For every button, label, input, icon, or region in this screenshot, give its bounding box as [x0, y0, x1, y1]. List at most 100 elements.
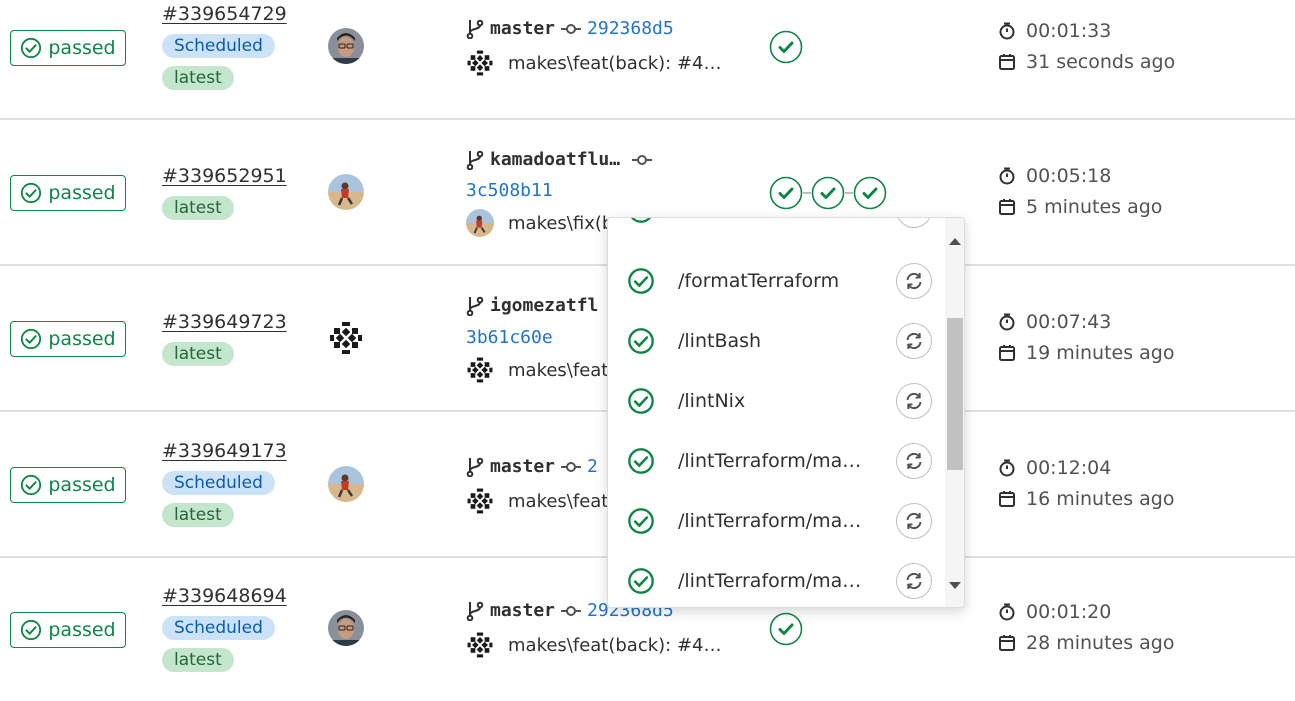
retry-icon	[904, 217, 924, 220]
status-badge[interactable]: passed	[10, 30, 126, 66]
branch-link[interactable]: master	[490, 600, 555, 621]
job-name[interactable]: /lintTerraform/ma…	[678, 510, 878, 532]
job-passed-icon	[627, 387, 655, 415]
branch-link[interactable]: master	[490, 456, 555, 477]
stage-passed-icon[interactable]	[769, 612, 803, 646]
duration: 00:01:33	[998, 20, 1111, 42]
status-badge[interactable]: passed	[10, 612, 126, 648]
commit-message-link[interactable]: makes\feat	[508, 491, 608, 512]
finished-value: 28 minutes ago	[1026, 632, 1175, 654]
scroll-down-arrow-icon[interactable]	[949, 582, 961, 589]
finished-at: 19 minutes ago	[998, 342, 1175, 364]
job-item[interactable]: /formatTerraform	[608, 251, 943, 311]
commit-author-avatar[interactable]	[466, 631, 494, 659]
commit-message-link[interactable]: makes\feat	[508, 360, 608, 381]
finished-at: 5 minutes ago	[998, 196, 1162, 218]
status-badge[interactable]: passed	[10, 321, 126, 357]
finished-at: 28 minutes ago	[998, 632, 1175, 654]
stage-passed-icon[interactable]	[769, 30, 803, 64]
check-circle-icon	[20, 37, 42, 59]
retry-button[interactable]	[896, 323, 932, 359]
commit-message-link[interactable]: makes\feat(back): #4…	[508, 635, 722, 656]
commit-icon	[561, 604, 581, 618]
stage-passed-icon[interactable]	[769, 176, 803, 210]
stage-passed-icon[interactable]	[853, 176, 887, 210]
pipeline-id-link[interactable]: #339648694	[162, 585, 287, 607]
status-label: passed	[48, 182, 116, 204]
ref-line: kamadoatflu…	[466, 149, 652, 170]
job-passed-icon	[627, 567, 655, 595]
avatar[interactable]	[328, 28, 364, 64]
duration-value: 00:01:20	[1026, 601, 1112, 623]
pipeline-id-link[interactable]: #339649723	[162, 311, 287, 333]
stopwatch-icon	[998, 603, 1016, 621]
pipeline-stages	[769, 176, 887, 210]
job-item[interactable]: /lintBash	[608, 311, 943, 371]
retry-button[interactable]	[896, 217, 932, 228]
commit-sha-link[interactable]: 292368d5	[587, 18, 674, 39]
scroll-up-arrow-icon[interactable]	[949, 238, 961, 245]
status-label: passed	[48, 619, 116, 641]
finished-value: 19 minutes ago	[1026, 342, 1175, 364]
branch-link[interactable]: igomezatfl	[490, 295, 598, 316]
commit-sha-link[interactable]: 3c508b11	[466, 180, 553, 201]
stage-jobs-dropdown: /formatTerraform /lintBash /lintNix /lin…	[607, 217, 965, 608]
retry-button[interactable]	[896, 503, 932, 539]
job-item[interactable]: /lintTerraform/ma…	[608, 431, 943, 491]
commit-author-avatar[interactable]	[466, 49, 494, 77]
job-name[interactable]: /formatTerraform	[678, 270, 878, 292]
branch-link[interactable]: master	[490, 18, 555, 39]
branch-link[interactable]: kamadoatflu…	[490, 149, 620, 170]
job-name[interactable]: /lintBash	[678, 330, 878, 352]
scheduled-badge: Scheduled	[162, 34, 275, 58]
avatar[interactable]	[328, 174, 364, 210]
scrollbar-thumb[interactable]	[947, 318, 963, 470]
branch-icon	[466, 19, 484, 39]
job-passed-icon	[627, 267, 655, 295]
retry-button[interactable]	[896, 263, 932, 299]
ref-line: master 292368d5	[466, 18, 674, 39]
commit-author-avatar[interactable]	[466, 487, 494, 515]
avatar[interactable]	[328, 466, 364, 502]
status-badge[interactable]: passed	[10, 175, 126, 211]
pipeline-id-link[interactable]: #339652951	[162, 165, 287, 187]
finished-value: 16 minutes ago	[1026, 488, 1175, 510]
retry-icon	[904, 271, 924, 291]
ref-line: master 2	[466, 456, 598, 477]
job-name[interactable]: /lintTerraform/ma…	[678, 450, 878, 472]
duration-value: 00:07:43	[1026, 311, 1112, 333]
commit-message-link[interactable]: makes\fix(b	[508, 213, 613, 234]
commit-sha-link[interactable]: 2	[587, 456, 598, 477]
latest-badge: latest	[162, 196, 234, 220]
scheduled-badge: Scheduled	[162, 616, 275, 640]
stage-passed-icon[interactable]	[811, 176, 845, 210]
dropdown-scrollbar[interactable]	[945, 218, 964, 607]
job-item[interactable]	[608, 217, 943, 240]
retry-button[interactable]	[896, 443, 932, 479]
branch-icon	[466, 601, 484, 621]
avatar[interactable]	[328, 610, 364, 646]
retry-button[interactable]	[896, 563, 932, 599]
avatar[interactable]	[328, 320, 364, 356]
job-name[interactable]: /lintTerraform/ma…	[678, 570, 878, 592]
stopwatch-icon	[998, 22, 1016, 40]
job-item[interactable]: /lintTerraform/ma…	[608, 551, 943, 607]
check-circle-icon	[20, 474, 42, 496]
pipeline-id-link[interactable]: #339649173	[162, 440, 287, 462]
commit-message-link[interactable]: makes\feat(back): #4…	[508, 53, 722, 74]
pipeline-id-link[interactable]: #339654729	[162, 3, 287, 25]
job-name[interactable]: /lintNix	[678, 390, 878, 412]
commit-author-avatar[interactable]	[466, 356, 494, 384]
commit-author-avatar[interactable]	[466, 209, 494, 237]
retry-button[interactable]	[896, 383, 932, 419]
commit-line: makes\feat(back): #4…	[466, 49, 722, 77]
stage-connector	[803, 192, 811, 194]
check-circle-icon	[20, 182, 42, 204]
job-passed-icon	[627, 327, 655, 355]
status-badge[interactable]: passed	[10, 467, 126, 503]
job-item[interactable]: /lintTerraform/ma…	[608, 491, 943, 551]
job-item[interactable]: /lintNix	[608, 371, 943, 431]
calendar-icon	[998, 53, 1016, 71]
retry-icon	[904, 391, 924, 411]
commit-sha-link[interactable]: 3b61c60e	[466, 327, 553, 348]
